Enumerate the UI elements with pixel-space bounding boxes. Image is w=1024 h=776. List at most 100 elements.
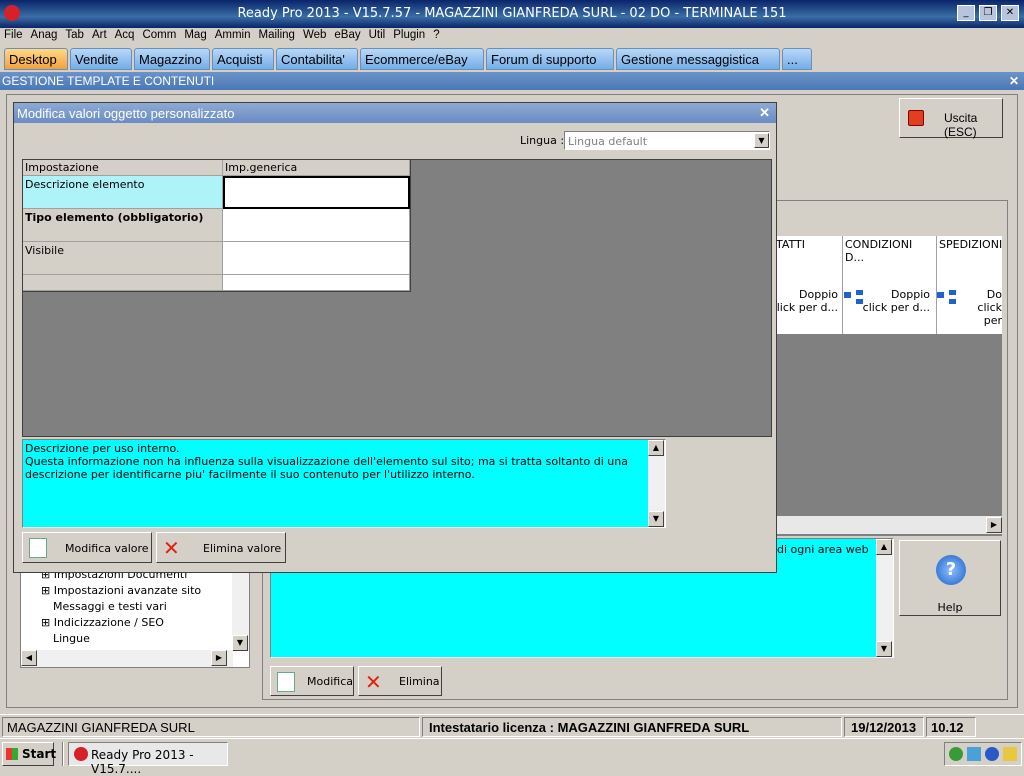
delete-button[interactable]: ✕ Elimina xyxy=(358,666,442,696)
properties-grid: Impostazione Imp.generica Descrizione el… xyxy=(23,160,411,292)
modify-value-label: Modifica valore xyxy=(65,542,149,555)
menu-util[interactable]: Util xyxy=(365,28,390,41)
menu-anag[interactable]: Anag xyxy=(27,28,62,41)
row-label-empty xyxy=(23,275,223,291)
menu-help[interactable]: ? xyxy=(429,28,443,41)
start-button[interactable]: Start xyxy=(2,742,57,766)
tab-contabilita[interactable]: Contabilita' xyxy=(276,48,358,70)
tree-item[interactable]: Messaggi e testi vari xyxy=(53,600,167,613)
row-label-visibile[interactable]: Visibile xyxy=(23,242,223,275)
restore-button[interactable]: ❐ xyxy=(979,5,997,21)
menu-tab[interactable]: Tab xyxy=(61,28,88,41)
scroll-up-icon[interactable]: ▲ xyxy=(876,539,892,555)
description-textarea[interactable]: Descrizione per uso interno. Questa info… xyxy=(22,439,666,528)
menu-bar: File Anag Tab Art Acq Comm Mag Ammin Mailing Web e… xyxy=(0,28,1024,46)
expand-icon[interactable]: ⊞ xyxy=(41,616,54,629)
menu-mag[interactable]: Mag xyxy=(180,28,210,41)
help-button[interactable]: ? Help xyxy=(899,540,1001,616)
row-value-visibile[interactable] xyxy=(223,242,410,275)
tab-forum[interactable]: Forum di supporto xyxy=(486,48,614,70)
tree-vscrollbar[interactable]: ▼ xyxy=(232,569,249,651)
row-value-tipo[interactable] xyxy=(223,209,410,242)
grid-header-condizioni: CONDIZIONI D... xyxy=(845,238,913,264)
tab-bar: Desktop Vendite Magazzino Acquisti Conta… xyxy=(0,46,1024,70)
chevron-down-icon[interactable]: ▼ xyxy=(754,133,769,148)
tab-more[interactable]: ... xyxy=(782,48,812,70)
help-label: Help xyxy=(937,601,963,614)
minimize-button[interactable]: _ xyxy=(957,5,975,21)
menu-ebay[interactable]: eBay xyxy=(330,28,364,41)
status-company: MAGAZZINI GIANFREDA SURL xyxy=(2,717,420,737)
expand-icon[interactable]: ⊞ xyxy=(41,584,54,597)
help-icon: ? xyxy=(936,555,966,585)
system-tray xyxy=(944,742,1022,766)
start-label: Start xyxy=(22,747,57,761)
tray-icon[interactable] xyxy=(985,747,999,761)
tree-item[interactable]: Lingue xyxy=(53,632,90,645)
scroll-right-icon[interactable]: ▶ xyxy=(211,650,227,666)
status-bar: MAGAZZINI GIANFREDA SURL Intestatario li… xyxy=(0,714,1024,738)
tree-hscrollbar[interactable]: ◀ ▶ xyxy=(21,650,233,667)
grid-cell-2[interactable]: Doppio click per d... xyxy=(860,288,930,314)
network-icon[interactable] xyxy=(949,747,963,761)
menu-file[interactable]: File xyxy=(0,28,27,41)
scroll-up-icon[interactable]: ▲ xyxy=(648,440,664,456)
modify-button[interactable]: Modifica xyxy=(270,666,354,696)
status-time: 10.12 xyxy=(926,717,976,737)
info-vscrollbar[interactable]: ▲ ▼ xyxy=(876,539,893,657)
section-close-icon[interactable]: ✕ xyxy=(1009,74,1019,88)
grid-cell-3[interactable]: Do click per xyxy=(960,288,1002,327)
strawberry-icon xyxy=(74,747,88,761)
delete-value-label: Elimina valore xyxy=(203,542,282,555)
menu-plugin[interactable]: Plugin xyxy=(389,28,429,41)
scroll-down-icon[interactable]: ▼ xyxy=(876,641,892,657)
tree-item[interactable]: ⊞ Impostazioni avanzate sito xyxy=(41,584,201,597)
background-info-text: di ogni area web xyxy=(777,543,869,556)
status-date: 19/12/2013 xyxy=(844,717,924,737)
scroll-down-icon[interactable]: ▼ xyxy=(648,511,664,527)
lingua-label: Lingua : xyxy=(520,134,565,147)
lingua-select[interactable]: Lingua default ▼ xyxy=(564,131,770,150)
menu-acq[interactable]: Acq xyxy=(111,28,139,41)
menu-web[interactable]: Web xyxy=(299,28,330,41)
grid-header-tatti: TATTI xyxy=(776,238,806,251)
dialog-close-icon[interactable]: ✕ xyxy=(759,105,770,121)
tab-ecommerce[interactable]: Ecommerce/eBay xyxy=(360,48,484,70)
close-window-button[interactable]: ✕ xyxy=(1001,5,1019,21)
menu-comm[interactable]: Comm xyxy=(138,28,180,41)
tab-acquisti[interactable]: Acquisti xyxy=(212,48,274,70)
row-label-descrizione[interactable]: Descrizione elemento xyxy=(23,176,223,209)
row-label-tipo[interactable]: Tipo elemento (obbligatorio) xyxy=(23,209,223,242)
tree-item[interactable]: ⊞ Indicizzazione / SEO xyxy=(41,616,164,629)
grid-cell-1[interactable]: Doppio click per d... xyxy=(770,288,838,314)
menu-mailing[interactable]: Mailing xyxy=(255,28,299,41)
delete-value-button[interactable]: ✕ Elimina valore xyxy=(156,532,286,563)
lingua-value: Lingua default xyxy=(568,135,648,148)
row-value-descrizione[interactable] xyxy=(223,176,410,209)
description-vscrollbar[interactable]: ▲ ▼ xyxy=(648,440,665,527)
modify-label: Modifica xyxy=(307,675,353,688)
scroll-left-icon[interactable]: ◀ xyxy=(21,650,37,666)
delete-x-icon: ✕ xyxy=(163,536,180,560)
tab-magazzino[interactable]: Magazzino xyxy=(134,48,210,70)
speaker-icon[interactable] xyxy=(1003,747,1017,761)
menu-ammin[interactable]: Ammin xyxy=(211,28,255,41)
power-icon xyxy=(908,110,924,126)
tab-vendite[interactable]: Vendite xyxy=(70,48,132,70)
tab-messaggistica[interactable]: Gestione messaggistica xyxy=(616,48,780,70)
taskbar: Start Ready Pro 2013 - V15.7.... xyxy=(0,738,1024,776)
grid-hscrollbar[interactable]: ▶ xyxy=(776,516,1002,534)
grid-col-condizioni: CONDIZIONI D... xyxy=(842,236,936,334)
edit-values-dialog: Modifica valori oggetto personalizzato ✕… xyxy=(13,102,777,573)
modify-value-button[interactable]: Modifica valore xyxy=(22,532,152,563)
title-bar: Ready Pro 2013 - V15.7.57 - MAGAZZINI GI… xyxy=(0,0,1024,28)
exit-button[interactable]: Uscita (ESC) xyxy=(899,98,1003,139)
tray-icon[interactable] xyxy=(967,747,981,761)
menu-art[interactable]: Art xyxy=(88,28,111,41)
tab-desktop[interactable]: Desktop xyxy=(4,48,68,70)
taskbar-item-label: Ready Pro 2013 - V15.7.... xyxy=(91,748,194,776)
taskbar-item-readypro[interactable]: Ready Pro 2013 - V15.7.... xyxy=(68,742,228,776)
scroll-right-icon[interactable]: ▶ xyxy=(986,517,1002,533)
scroll-down-icon[interactable]: ▼ xyxy=(232,635,248,651)
properties-grid-area: Impostazione Imp.generica Descrizione el… xyxy=(22,159,772,437)
